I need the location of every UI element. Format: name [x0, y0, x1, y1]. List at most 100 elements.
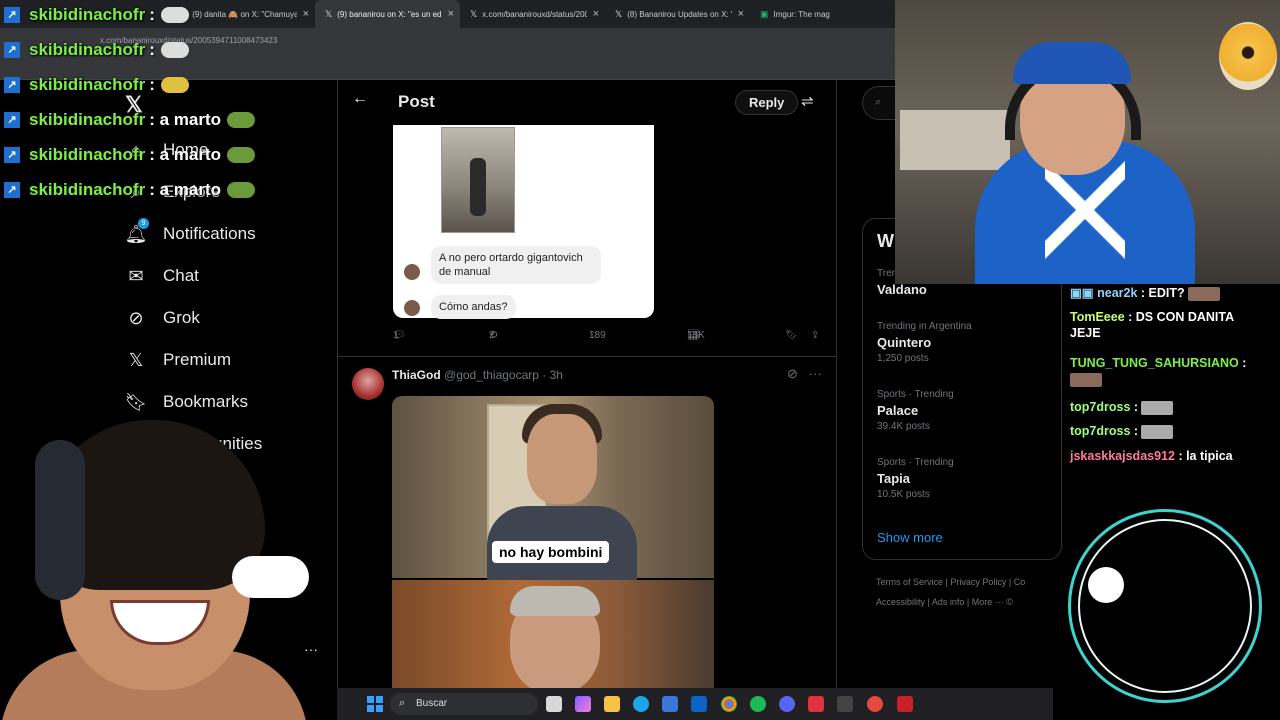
- notification-badge: 9: [138, 218, 149, 229]
- emote-icon: [160, 77, 189, 93]
- app-icon[interactable]: [897, 696, 913, 712]
- close-icon[interactable]: ×: [303, 8, 309, 20]
- share-icon[interactable]: ⇪: [811, 330, 819, 341]
- prime-badge-icon: ↗: [4, 147, 20, 163]
- stream-chat-message: TomEeee : DS CON DANITA JEJE: [1070, 310, 1234, 340]
- post-header: ← Post Reply ⇌: [338, 80, 836, 124]
- close-icon[interactable]: ×: [593, 8, 599, 20]
- meme-caption: no hay bombini: [492, 541, 610, 563]
- reply-button[interactable]: Reply: [735, 90, 799, 115]
- divider: [338, 356, 836, 357]
- post-actions: 💬︎ 1 ⟲ 2 ♡ 189 📊︎ 15K 🔖︎ ⇪: [393, 330, 820, 341]
- app-icon[interactable]: [867, 696, 883, 712]
- x-logo-icon: 𝕏: [128, 349, 144, 370]
- edge-icon[interactable]: [633, 696, 649, 712]
- emote-icon: [1141, 400, 1174, 415]
- emote-icon: [227, 147, 255, 163]
- meme-image[interactable]: no hay bombini: [392, 396, 714, 688]
- avatar[interactable]: [352, 368, 384, 400]
- page-title: Post: [398, 92, 435, 111]
- nav-bookmarks[interactable]: 🔖︎ Bookmarks: [124, 386, 248, 418]
- author-handle[interactable]: @god_thiagocarp · 3h: [444, 368, 563, 382]
- trend-item[interactable]: Sports · Trending Tapia 10.5K posts: [877, 457, 954, 500]
- circle-widget-inner: [1078, 519, 1252, 693]
- emote-icon: [227, 112, 255, 128]
- outlook-icon[interactable]: [691, 696, 707, 712]
- trend-item[interactable]: Sports · Trending Palace 39.4K posts: [877, 389, 954, 432]
- prime-badge-icon: ↗: [4, 182, 20, 198]
- tweet-options: ⊘ ···: [787, 366, 822, 382]
- chat-photo: [441, 127, 515, 233]
- task-view-icon[interactable]: [546, 696, 562, 712]
- trend-item[interactable]: Trending in Argentina Quintero 1,250 pos…: [877, 321, 972, 364]
- mail-icon: ✉: [128, 265, 144, 286]
- chrome-icon[interactable]: [721, 696, 737, 712]
- stream-chat-message: TUNG_TUNG_SAHURSIANO :: [1070, 355, 1246, 387]
- x-logo-icon: 𝕏: [470, 8, 478, 19]
- browser-tab-2[interactable]: 𝕏 (9) bananirou on X: "es un edit ×: [315, 0, 460, 28]
- tweet-header: ThiaGod @god_thiagocarp · 3h: [392, 368, 563, 382]
- chat-bubble: A no pero ortardo gigantovich de manual: [431, 246, 601, 284]
- badge-icon: ▣▣: [1070, 286, 1094, 300]
- nav-grok[interactable]: ⊘ Grok: [124, 302, 199, 334]
- nav-chat[interactable]: ✉ Chat: [124, 260, 198, 292]
- obs-icon[interactable]: [808, 696, 824, 712]
- prime-badge-icon: ↗: [4, 42, 20, 58]
- stream-chat-message: ↗ skibidinachofr: a marto: [4, 178, 255, 202]
- browser-tab-4[interactable]: 𝕏 (8) Bananirou Updates on X: " ×: [605, 0, 750, 28]
- search-icon: ⌕: [875, 96, 882, 108]
- meme-panel-top: no hay bombini: [392, 396, 714, 586]
- folder-icon[interactable]: [604, 696, 620, 712]
- emote-icon: [160, 42, 189, 58]
- bookmark-icon[interactable]: 🔖︎: [785, 330, 798, 341]
- footer-links[interactable]: Accessibility | Ads info | More ··· ©: [876, 597, 1013, 607]
- circle-widget-knob: [1088, 567, 1124, 603]
- close-icon[interactable]: ×: [738, 8, 744, 20]
- prime-badge-icon: ↗: [4, 7, 20, 23]
- stream-chat-message: jskaskkajsdas912 : la tipica: [1070, 449, 1233, 463]
- footer-links[interactable]: Terms of Service | Privacy Policy | Co: [876, 577, 1025, 587]
- post-button[interactable]: [232, 556, 309, 598]
- back-arrow-icon[interactable]: ←: [352, 90, 368, 108]
- emote-icon: [1070, 372, 1102, 387]
- avatar: [404, 264, 420, 280]
- emote-icon: [160, 7, 189, 23]
- taskbar-search-input[interactable]: ⌕ Buscar: [390, 693, 538, 715]
- bookmark-icon: 🔖︎: [124, 391, 148, 412]
- avatar: [404, 300, 420, 316]
- stream-chat-message: ↗ skibidinachofr: a marto: [4, 143, 255, 167]
- browser-tab-1[interactable]: 𝕏(9) danita 🙈 on X: "Chamuyan×: [170, 0, 315, 28]
- browser-tab-3[interactable]: 𝕏x.com/bananirouxd/status/200 ×: [460, 0, 605, 28]
- nav-premium[interactable]: 𝕏 Premium: [124, 344, 231, 376]
- emote-icon: [227, 182, 255, 198]
- author-name[interactable]: ThiaGod: [392, 368, 441, 382]
- store-icon[interactable]: [662, 696, 678, 712]
- more-icon[interactable]: ···: [809, 366, 822, 381]
- prime-badge-icon: ↗: [4, 112, 20, 128]
- emote-icon: [1141, 424, 1174, 439]
- browser-tab-5[interactable]: ▣ Imgur: The mag: [750, 0, 895, 28]
- stream-chat-message: ▣▣ near2k : EDIT?: [1070, 285, 1220, 301]
- avatar: [1219, 22, 1277, 90]
- x-logo-icon: 𝕏: [615, 8, 623, 19]
- stream-chat-message: top7dross :: [1070, 399, 1174, 415]
- screenshot-image[interactable]: A no pero ortardo gigantovich de manual …: [393, 125, 654, 319]
- show-more-link[interactable]: Show more: [877, 530, 943, 545]
- x-logo-icon: 𝕏: [325, 8, 333, 19]
- stream-chat-message: ↗ skibidinachofr: a marto: [4, 108, 255, 132]
- copilot-icon[interactable]: [575, 696, 591, 712]
- more-icon[interactable]: ···: [304, 641, 318, 657]
- spotify-icon[interactable]: [750, 696, 766, 712]
- post-column: ← Post Reply ⇌ A no pero ortardo giganto…: [337, 80, 837, 688]
- close-icon[interactable]: ×: [448, 8, 454, 20]
- search-icon: ⌕: [399, 697, 406, 709]
- emote-icon: [1187, 286, 1220, 301]
- windows-start-icon[interactable]: [367, 696, 383, 712]
- app-icon[interactable]: [837, 696, 853, 712]
- grok-icon[interactable]: ⊘: [787, 366, 798, 381]
- prime-badge-icon: ↗: [4, 77, 20, 93]
- meme-panel-bottom: [392, 580, 714, 688]
- discord-icon[interactable]: [779, 696, 795, 712]
- stream-chat-message: ↗ skibidinachofr:: [4, 73, 189, 97]
- sliders-icon[interactable]: ⇌: [801, 92, 814, 110]
